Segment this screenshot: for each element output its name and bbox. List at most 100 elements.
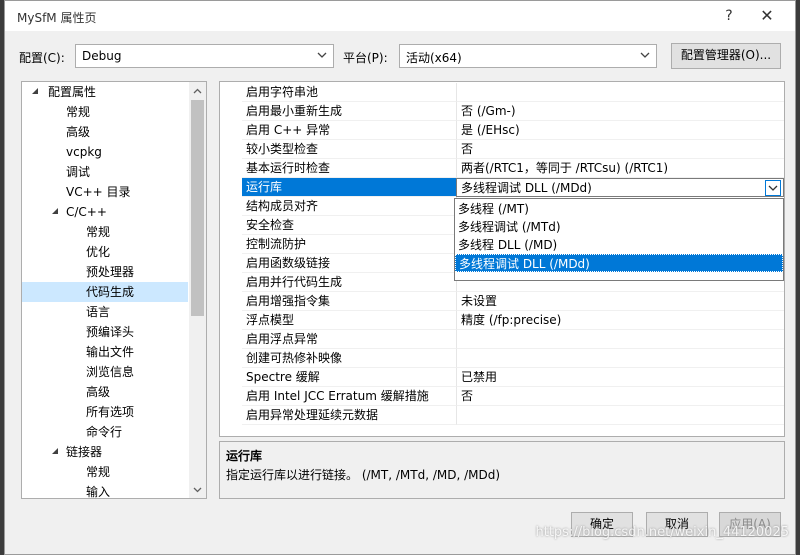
property-row[interactable]: 启用 C++ 异常是 (/EHsc) <box>220 121 784 140</box>
tree-item-label: 配置属性 <box>48 85 97 99</box>
tree-item-label: 代码生成 <box>86 285 135 299</box>
tree-item-label: 常规 <box>86 465 111 479</box>
platform-label: 平台(P): <box>343 51 388 65</box>
property-row[interactable]: 较小类型检查否 <box>220 140 784 159</box>
tree-item[interactable]: 预编译头 <box>22 322 188 342</box>
tree-item-label: 优化 <box>86 245 111 259</box>
property-row[interactable]: 启用最小重新生成否 (/Gm-) <box>220 102 784 121</box>
property-row[interactable]: 启用增强指令集 未设置 <box>220 292 784 311</box>
property-name: Spectre 缓解 <box>242 368 456 387</box>
platform-value: 活动(x64) <box>406 51 462 65</box>
tree-item-label: 语言 <box>86 305 111 319</box>
property-name: 较小类型检查 <box>242 140 456 159</box>
tree-item[interactable]: 优化 <box>22 242 188 262</box>
tree-item[interactable]: vcpkg <box>22 142 188 162</box>
tree-item[interactable]: VC++ 目录 <box>22 182 188 202</box>
property-value-text: 否 <box>461 142 474 156</box>
tree-item[interactable]: 代码生成 <box>22 282 188 302</box>
config-select[interactable]: Debug <box>75 44 334 68</box>
property-value[interactable]: 多线程调试 DLL (/MDd) <box>456 178 784 197</box>
property-row[interactable]: 启用字符串池 <box>220 83 784 102</box>
tree-scrollbar[interactable] <box>189 82 206 498</box>
scroll-up-icon[interactable] <box>193 88 202 94</box>
platform-select[interactable]: 活动(x64) <box>399 44 657 68</box>
tree-item-label: 常规 <box>86 225 111 239</box>
property-row[interactable]: 启用 Intel JCC Erratum 缓解措施否 <box>220 387 784 406</box>
tree-item-label: 常规 <box>66 105 91 119</box>
tree-item[interactable]: 常规 <box>22 462 188 482</box>
property-value <box>456 349 784 368</box>
property-row[interactable]: 启用异常处理延续元数据 <box>220 406 784 425</box>
tree-item[interactable]: 浏览信息 <box>22 362 188 382</box>
tree-item[interactable]: 命令行 <box>22 422 188 442</box>
property-name: 结构成员对齐 <box>242 197 456 216</box>
property-name: 启用最小重新生成 <box>242 102 456 121</box>
property-name: 启用函数级链接 <box>242 254 456 273</box>
property-row[interactable]: Spectre 缓解 已禁用 <box>220 368 784 387</box>
tree-item[interactable]: 高级 <box>22 382 188 402</box>
tree-item[interactable]: 常规 <box>22 222 188 242</box>
tree-item[interactable]: 常规 <box>22 102 188 122</box>
property-row[interactable]: 浮点模型 精度 (/fp:precise) <box>220 311 784 330</box>
property-value: 精度 (/fp:precise) <box>456 311 784 330</box>
chevron-down-icon <box>317 52 327 58</box>
property-value-text: 是 (/EHsc) <box>461 123 520 137</box>
property-row[interactable]: 基本运行时检查 两者(/RTC1，等同于 /RTCsu) (/RTC1) <box>220 159 784 178</box>
property-name: 启用异常处理延续元数据 <box>242 406 456 425</box>
property-value: 已禁用 <box>456 368 784 387</box>
tree-item[interactable]: 链接器 <box>22 442 188 462</box>
property-value: 否 <box>456 140 784 159</box>
tree-item[interactable]: 输入 <box>22 482 188 499</box>
property-name: 创建可热修补映像 <box>242 349 456 368</box>
expand-triangle-icon[interactable] <box>52 208 59 215</box>
property-name: 启用 C++ 异常 <box>242 121 456 140</box>
tree-item-label: 链接器 <box>66 445 103 459</box>
property-name: 启用字符串池 <box>242 83 456 102</box>
property-value-text: 精度 (/fp:precise) <box>461 313 562 327</box>
property-value <box>456 330 784 349</box>
property-row[interactable]: 运行库 多线程调试 DLL (/MDd) <box>220 178 784 197</box>
tree-item[interactable]: 所有选项 <box>22 402 188 422</box>
tree-scroll-thumb[interactable] <box>191 100 204 316</box>
property-name: 启用浮点异常 <box>242 330 456 349</box>
tree-item[interactable]: 语言 <box>22 302 188 322</box>
dropdown-option[interactable]: 多线程调试 (/MTd) <box>455 218 783 236</box>
dropdown-option[interactable]: 多线程调试 DLL (/MDd) <box>455 254 783 272</box>
watermark: https://blog.csdn.net/weixin_44120025 <box>535 525 789 540</box>
expand-triangle-icon[interactable] <box>32 88 39 95</box>
dropdown-button[interactable] <box>765 180 781 196</box>
property-value-text: 否 (/Gm-) <box>461 104 516 118</box>
tree-item-label: vcpkg <box>66 145 102 159</box>
tree-item[interactable]: 预处理器 <box>22 262 188 282</box>
property-value <box>456 406 784 425</box>
property-value: 两者(/RTC1，等同于 /RTCsu) (/RTC1) <box>456 159 784 178</box>
property-value-text: 多线程调试 DLL (/MDd) <box>461 181 592 195</box>
property-name: 启用并行代码生成 <box>242 273 456 292</box>
property-row[interactable]: 创建可热修补映像 <box>220 349 784 368</box>
tree-item-label: 预编译头 <box>86 325 135 339</box>
tree-item-label: 命令行 <box>86 425 123 439</box>
dropdown-option[interactable]: 多线程 (/MT) <box>455 200 783 218</box>
tree-item[interactable]: 配置属性 <box>22 82 188 102</box>
property-value: 否 (/Gm-) <box>456 102 784 121</box>
tree-item-label: 输入 <box>86 485 111 499</box>
config-manager-button[interactable]: 配置管理器(O)... <box>671 43 781 69</box>
close-icon[interactable]: ✕ <box>753 5 781 27</box>
property-row[interactable]: 启用浮点异常 <box>220 330 784 349</box>
property-name: 浮点模型 <box>242 311 456 330</box>
description-title: 运行库 <box>226 449 263 463</box>
runtime-library-dropdown: 多线程 (/MT) 多线程调试 (/MTd) 多线程 DLL (/MD) 多线程调试 … <box>454 198 784 281</box>
tree-item[interactable]: 调试 <box>22 162 188 182</box>
scroll-down-icon[interactable] <box>193 487 202 493</box>
dropdown-option[interactable]: 多线程 DLL (/MD) <box>455 236 783 254</box>
config-value: Debug <box>82 49 122 63</box>
property-value-text: 否 <box>461 389 474 403</box>
property-value-text: 两者(/RTC1，等同于 /RTCsu) (/RTC1) <box>461 161 669 175</box>
tree-item[interactable]: 高级 <box>22 122 188 142</box>
tree-item[interactable]: C/C++ <box>22 202 188 222</box>
tree-item-label: 预处理器 <box>86 265 135 279</box>
expand-triangle-icon[interactable] <box>52 448 59 455</box>
help-icon[interactable]: ? <box>715 5 743 27</box>
property-value <box>456 83 784 102</box>
tree-item[interactable]: 输出文件 <box>22 342 188 362</box>
